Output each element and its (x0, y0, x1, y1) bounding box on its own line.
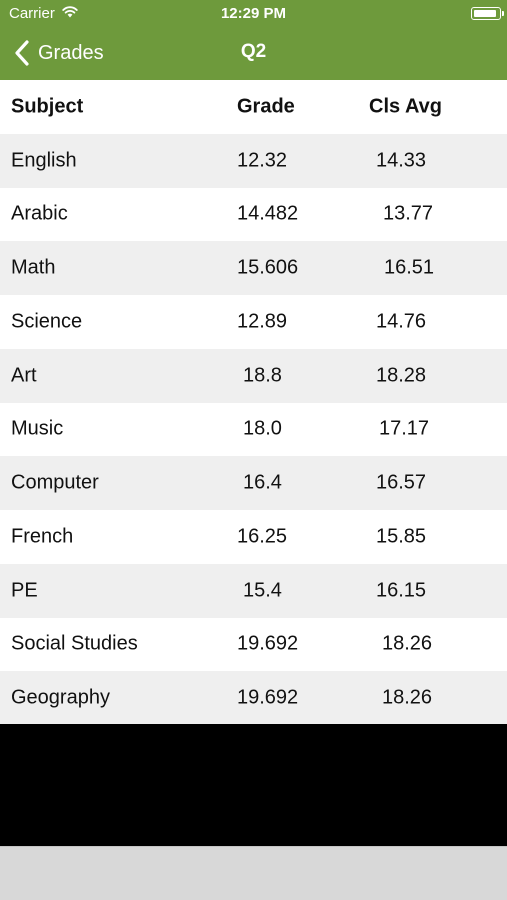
battery-level (473, 9, 497, 17)
class-average-cell: 18.26 (382, 686, 433, 709)
grade-cell: 16.4 (243, 471, 282, 494)
subject-cell: Math (11, 256, 56, 279)
grade-cell: 18.0 (243, 417, 282, 440)
header-class-average: Cls Avg (369, 95, 442, 118)
empty-content-area (0, 724, 507, 846)
subject-cell: Art (11, 364, 37, 387)
header-grade: Grade (237, 95, 295, 118)
class-average-cell: 16.51 (384, 256, 435, 279)
class-average-cell: 16.57 (376, 471, 427, 494)
bottom-toolbar (0, 846, 507, 900)
table-header-row: Subject Grade Cls Avg (0, 80, 507, 134)
battery-icon (471, 7, 504, 20)
class-average-cell: 14.76 (376, 310, 427, 333)
status-time: 12:29 PM (220, 5, 287, 22)
class-average-cell: 16.15 (376, 579, 427, 602)
class-average-cell: 18.26 (382, 632, 433, 655)
navigation-header: Carrier 12:29 PM Grades Q2 (0, 0, 507, 80)
grade-cell: 12.89 (237, 310, 288, 333)
class-average-cell: 14.33 (376, 149, 427, 172)
subject-cell: Social Studies (11, 632, 138, 655)
grade-cell: 19.692 (237, 686, 299, 709)
grade-cell: 16.25 (237, 525, 288, 548)
subject-cell: Geography (11, 686, 110, 709)
table-row: Math 15.606 16.51 (0, 241, 507, 295)
table-row: Art 18.8 18.28 (0, 348, 507, 403)
subject-cell: Arabic (11, 202, 68, 225)
table-row: Social Studies 19.692 18.26 (0, 617, 507, 672)
table-row: Computer 16.4 16.57 (0, 456, 507, 510)
class-average-cell: 15.85 (376, 525, 427, 548)
table-row: PE 15.4 16.15 (0, 563, 507, 618)
table-row: Science 12.89 14.76 (0, 295, 507, 349)
subject-cell: Music (11, 417, 64, 440)
status-bar: Carrier 12:29 PM (0, 0, 507, 28)
nav-bar: Grades Q2 (0, 28, 507, 80)
grade-cell: 15.606 (237, 256, 299, 279)
table-row: Arabic 14.482 13.77 (0, 187, 507, 242)
class-average-cell: 13.77 (383, 202, 434, 225)
grade-cell: 19.692 (237, 632, 299, 655)
grade-cell: 12.32 (237, 149, 288, 172)
table-row: Geography 19.692 18.26 (0, 671, 507, 725)
grades-table: Subject Grade Cls Avg English 12.32 14.3… (0, 80, 507, 725)
table-row: Music 18.0 17.17 (0, 402, 507, 457)
battery-tip (501, 11, 504, 16)
subject-cell: English (11, 149, 77, 172)
class-average-cell: 18.28 (376, 364, 427, 387)
grade-cell: 14.482 (237, 202, 299, 225)
subject-cell: French (11, 525, 74, 548)
subject-cell: PE (11, 579, 38, 602)
class-average-cell: 17.17 (379, 417, 430, 440)
table-row: French 16.25 15.85 (0, 510, 507, 564)
grade-cell: 18.8 (243, 364, 282, 387)
page-title: Q2 (240, 41, 267, 62)
grade-cell: 15.4 (243, 579, 282, 602)
subject-cell: Computer (11, 471, 99, 494)
header-subject: Subject (11, 95, 84, 118)
table-row: English 12.32 14.33 (0, 133, 507, 188)
subject-cell: Science (11, 310, 83, 333)
